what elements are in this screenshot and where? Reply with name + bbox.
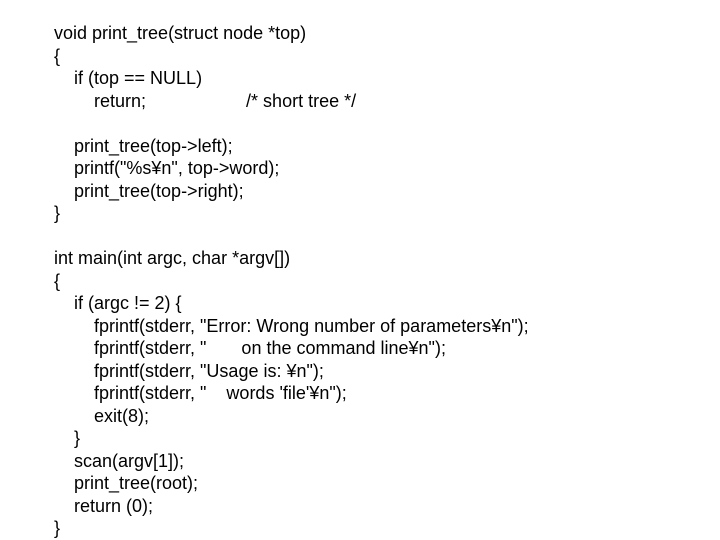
code-line: { xyxy=(54,270,666,293)
code-line: return (0); xyxy=(54,495,666,518)
code-line: int main(int argc, char *argv[]) xyxy=(54,247,666,270)
code-line: printf("%s¥n", top->word); xyxy=(54,157,666,180)
code-line: return; /* short tree */ xyxy=(54,90,666,113)
code-line: } xyxy=(54,202,666,225)
code-line: scan(argv[1]); xyxy=(54,450,666,473)
code-line: } xyxy=(54,427,666,450)
code-line: } xyxy=(54,517,666,540)
code-line: fprintf(stderr, "Error: Wrong number of … xyxy=(54,315,666,338)
code-line: fprintf(stderr, " on the command line¥n"… xyxy=(54,337,666,360)
code-line: void print_tree(struct node *top) xyxy=(54,22,666,45)
code-line xyxy=(54,225,666,248)
code-line: fprintf(stderr, " words 'file'¥n"); xyxy=(54,382,666,405)
code-line: print_tree(top->left); xyxy=(54,135,666,158)
code-line: { xyxy=(54,45,666,68)
code-line: fprintf(stderr, "Usage is: ¥n"); xyxy=(54,360,666,383)
code-line: if (argc != 2) { xyxy=(54,292,666,315)
code-line: exit(8); xyxy=(54,405,666,428)
code-line xyxy=(54,112,666,135)
code-line: print_tree(top->right); xyxy=(54,180,666,203)
code-line: print_tree(root); xyxy=(54,472,666,495)
code-line: if (top == NULL) xyxy=(54,67,666,90)
code-listing: void print_tree(struct node *top){ if (t… xyxy=(0,0,720,540)
